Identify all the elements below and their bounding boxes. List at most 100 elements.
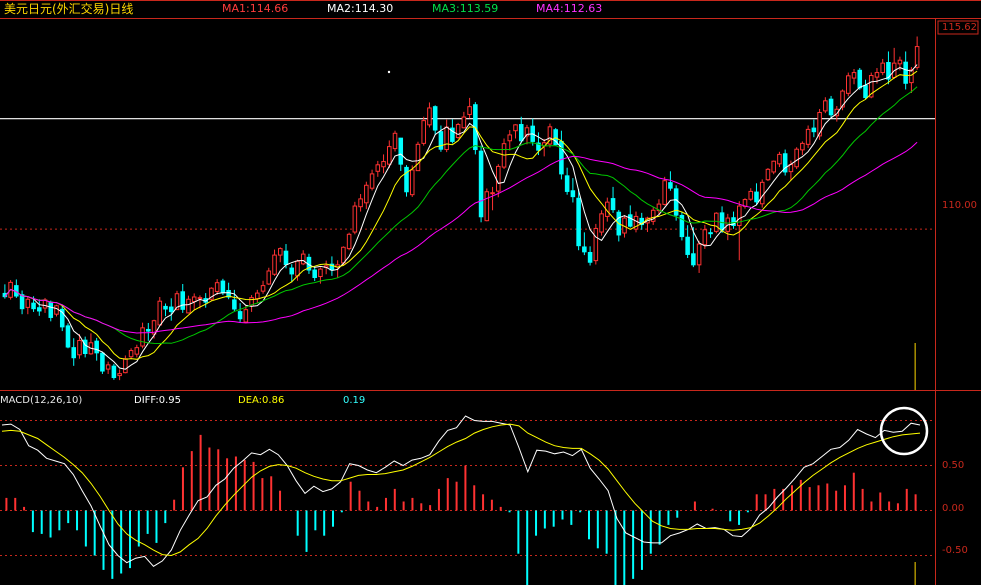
candle-body-down: [237, 311, 243, 320]
candle-body-up: [318, 268, 323, 278]
stray-dot: [387, 70, 391, 74]
candle-body-up: [409, 169, 415, 196]
candle-body-down: [19, 294, 25, 310]
candle-body-up: [266, 270, 272, 285]
candle-body-down: [587, 251, 593, 263]
candle-body-down: [438, 131, 444, 150]
candle-body-up: [157, 300, 163, 326]
chart-title: 美元日元(外汇交易)日线: [4, 2, 134, 16]
candle-body-up: [77, 340, 82, 356]
candle-body-down: [576, 197, 581, 247]
candle-body-down: [283, 250, 289, 266]
candle-body-up: [765, 168, 771, 181]
macd-tick-label-2: -0.50: [942, 545, 968, 556]
candle-body-up: [823, 100, 828, 112]
candle-body-up: [375, 164, 381, 172]
candle-body-down: [673, 188, 679, 216]
candle-body-down: [111, 365, 117, 379]
candle-body-up: [461, 116, 467, 129]
candle-body-up: [846, 75, 851, 94]
candle-body-up: [897, 59, 903, 65]
candle-body-down: [312, 269, 317, 278]
macd-gridlines: [0, 420, 935, 556]
candle-body-up: [191, 296, 197, 303]
candle-body-up: [455, 124, 461, 139]
candle-body-up: [346, 233, 352, 250]
moving-average-lines: [4, 64, 918, 370]
candle-body-up: [260, 285, 266, 292]
candle-body-down: [100, 352, 105, 372]
candle-body-up: [54, 305, 59, 315]
candle-body-up: [467, 106, 472, 115]
candle-body-up: [300, 253, 306, 265]
candle-body-up: [387, 146, 392, 165]
candle-body-down: [432, 106, 438, 131]
candle-body-down: [685, 236, 690, 255]
candle-body-up: [25, 298, 31, 308]
candle-body-up: [777, 153, 782, 165]
candle-body-up: [513, 124, 518, 132]
candle-body-up: [490, 192, 495, 195]
candle-body-up: [369, 173, 375, 189]
candle-body-up: [851, 72, 857, 79]
candle-body-down: [31, 302, 36, 310]
chart-frame: [0, 0, 981, 585]
candle-body-up: [427, 107, 432, 126]
candle-body-down: [168, 306, 174, 313]
candle-body-up: [255, 292, 260, 300]
price-gridlines: [0, 118, 935, 230]
candle-body-down: [903, 61, 908, 84]
candle-body-up: [759, 181, 765, 205]
macd-histogram: [5, 434, 917, 585]
candle-body-down: [163, 305, 168, 310]
candle-body-up: [341, 246, 346, 264]
ma4-line: [4, 141, 918, 334]
candle-body-down: [232, 299, 237, 310]
ma2-legend: MA2:114.30: [327, 2, 394, 15]
macd-title: MACD(12,26,10): [0, 395, 83, 406]
candle-body-down: [478, 150, 484, 218]
candle-body-up: [800, 142, 805, 151]
ma1-line: [4, 64, 918, 370]
candle-body-up: [662, 180, 667, 205]
candle-body-up: [123, 358, 128, 374]
candle-body-up: [243, 309, 249, 323]
candle-body-up: [444, 126, 449, 151]
candle-body-down: [146, 328, 151, 332]
candle-body-up: [186, 298, 191, 314]
candle-body-down: [863, 85, 868, 99]
macd-tick-label-1: 0.00: [942, 503, 965, 514]
candle-body-up: [277, 248, 283, 256]
candle-body-down: [857, 69, 863, 89]
candle-body-up: [914, 46, 920, 68]
candle-body-down: [627, 214, 633, 227]
candle-body-up: [484, 191, 490, 222]
price-tick-label: 110.00: [942, 200, 977, 211]
ma1-legend: MA1:114.66: [222, 2, 289, 15]
candle-body-up: [295, 260, 300, 277]
candle-body-up: [599, 213, 604, 233]
candle-body-down: [48, 301, 54, 318]
candle-body-up: [794, 148, 799, 168]
last-price-label: 115.62: [942, 22, 977, 33]
candle-body-down: [610, 198, 616, 211]
candle-body-up: [696, 243, 702, 266]
candle-body-up: [117, 373, 122, 377]
candle-body-down: [289, 267, 295, 275]
candle-body-up: [381, 161, 386, 168]
candle-body-up: [496, 165, 501, 192]
chart-canvas: [0, 0, 981, 585]
candle-body-up: [909, 69, 914, 84]
candle-body-up: [421, 120, 426, 144]
candle-body-down: [582, 246, 587, 253]
candle-body-up: [140, 327, 145, 347]
candle-body-down: [754, 191, 759, 203]
candle-body-down: [180, 291, 186, 310]
candle-body-up: [358, 198, 363, 208]
candle-body-up: [214, 282, 220, 292]
candle-body-up: [364, 184, 369, 204]
candle-body-up: [134, 347, 140, 355]
candle-body-up: [748, 190, 754, 200]
candle-body-up: [272, 254, 277, 275]
macd-value-legend: 0.19: [343, 395, 366, 406]
